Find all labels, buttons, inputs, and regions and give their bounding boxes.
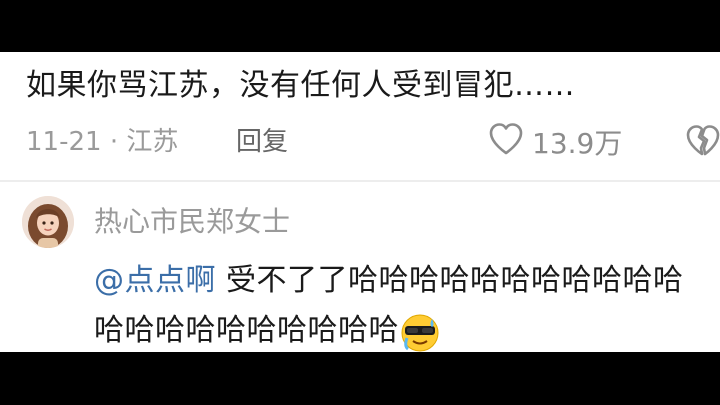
- comment-location: 江苏: [126, 127, 179, 157]
- comment-thread: 如果你骂江苏，没有任何人受到冒犯…… 11-21 · 江苏 回复 13.9万 热…: [0, 52, 720, 352]
- cool-face-sweat-emoji: [399, 311, 441, 353]
- like-button[interactable]: 13.9万: [488, 122, 622, 162]
- comment-text: 如果你骂江苏，没有任何人受到冒犯……: [26, 68, 575, 103]
- reply-text: @点点啊 受不了了哈哈哈哈哈哈哈哈哈哈哈哈哈哈哈哈哈哈哈哈哈: [94, 256, 714, 352]
- reply-username[interactable]: 热心市民郑女士: [94, 202, 290, 242]
- like-count: 13.9万: [532, 127, 623, 160]
- comment-date: 11-21: [26, 127, 102, 157]
- mention-link[interactable]: @点点啊: [94, 263, 216, 298]
- comment-meta: 11-21 · 江苏 回复: [26, 122, 288, 162]
- divider: [0, 180, 720, 182]
- avatar[interactable]: [22, 196, 74, 248]
- reply-button[interactable]: 回复: [236, 122, 288, 162]
- heart-icon: [488, 122, 524, 163]
- broken-heart-icon: [685, 125, 720, 162]
- dislike-button[interactable]: [685, 124, 720, 158]
- meta-separator: ·: [109, 127, 119, 157]
